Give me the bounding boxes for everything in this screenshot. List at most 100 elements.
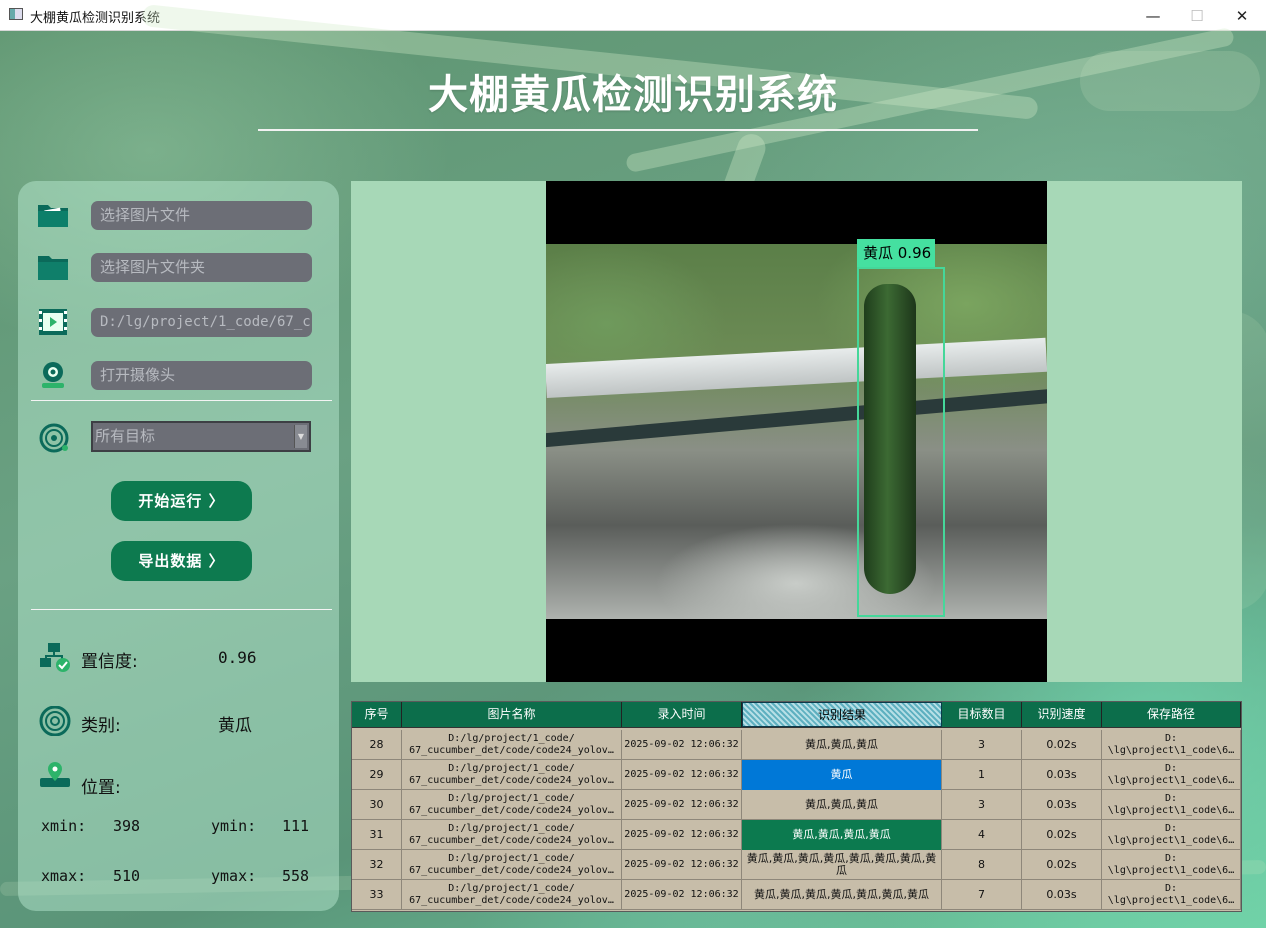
column-header-name[interactable]: 图片名称 [402,702,622,727]
image-folder-input[interactable]: 选择图片文件夹 [91,253,312,282]
column-header-result[interactable]: 识别结果 [742,702,942,727]
close-button[interactable]: ✕ [1219,0,1265,31]
cell-time: 2025-09-02 12:06:32 [622,760,742,790]
column-header-path[interactable]: 保存路径 [1102,702,1241,727]
ymax-value: 558 [282,867,310,885]
window-title: 大棚黄瓜检测识别系统 [30,11,161,26]
photo-folder-icon[interactable] [36,199,70,229]
category-icon [39,706,71,736]
cell-path: D: \lg\project\1_code\6… [1102,790,1241,820]
column-header-speed[interactable]: 识别速度 [1022,702,1102,727]
camera-icon[interactable] [36,360,70,390]
ymax-label: ymax: [211,867,257,885]
video-file-input[interactable]: D:/lg/project/1_code/67_cucumber_det/cod… [91,308,312,337]
cell-speed: 0.02s [1022,730,1102,760]
cell-name: D:/lg/project/1_code/ 67_cucumber_det/co… [402,850,622,880]
cell-id: 33 [352,880,402,910]
ymin-label: ymin: [211,817,257,835]
confidence-label: 置信度: [81,652,138,672]
title-divider [258,129,978,131]
cell-result: 黄瓜,黄瓜,黄瓜,黄瓜,黄瓜,黄瓜,黄瓜,黄瓜 [742,850,942,880]
table-row[interactable]: 33 D:/lg/project/1_code/ 67_cucumber_det… [352,880,1241,910]
confidence-value: 0.96 [218,648,257,667]
cell-speed: 0.03s [1022,760,1102,790]
results-table[interactable]: 序号 图片名称 录入时间 识别结果 目标数目 识别速度 保存路径 28 D:/l… [351,701,1242,912]
cell-result: 黄瓜,黄瓜,黄瓜 [742,730,942,760]
export-button[interactable]: 导出数据 〉 [111,541,252,581]
cell-path: D: \lg\project\1_code\6… [1102,730,1241,760]
greenhouse-photo [546,244,1047,619]
cell-count: 8 [942,850,1022,880]
camera-input[interactable]: 打开摄像头 [91,361,312,390]
cell-result: 黄瓜 [742,760,942,790]
cell-name: D:/lg/project/1_code/ 67_cucumber_det/co… [402,790,622,820]
position-label: 位置: [81,778,121,798]
target-select[interactable]: 所有目标 ▼ [91,421,311,452]
cell-time: 2025-09-02 12:06:32 [622,790,742,820]
cell-count: 3 [942,790,1022,820]
app-window: 大棚黄瓜检测识别系统 — ☐ ✕ 大棚黄瓜检测识别系统 选择图片文件 选择图片文… [0,0,1266,928]
target-icon [39,423,69,453]
video-icon[interactable] [36,307,70,337]
folder-icon[interactable] [36,252,70,282]
table-row[interactable]: 32 D:/lg/project/1_code/ 67_cucumber_det… [352,850,1241,880]
xmax-label: xmax: [41,867,87,885]
cell-path: D: \lg\project\1_code\6… [1102,820,1241,850]
column-header-id[interactable]: 序号 [352,702,402,727]
cell-count: 7 [942,880,1022,910]
app-icon [9,8,23,20]
cell-speed: 0.03s [1022,790,1102,820]
chevron-down-icon[interactable]: ▼ [294,425,307,448]
cell-id: 28 [352,730,402,760]
xmin-value: 398 [113,817,141,835]
cell-result: 黄瓜,黄瓜,黄瓜,黄瓜,黄瓜,黄瓜,黄瓜 [742,880,942,910]
start-button[interactable]: 开始运行 〉 [111,481,252,521]
xmax-value: 510 [113,867,141,885]
column-header-count[interactable]: 目标数目 [942,702,1022,727]
column-header-time[interactable]: 录入时间 [622,702,742,727]
cell-time: 2025-09-02 12:06:32 [622,730,742,760]
cell-name: D:/lg/project/1_code/ 67_cucumber_det/co… [402,880,622,910]
location-icon [40,762,70,787]
cell-count: 1 [942,760,1022,790]
table-header: 序号 图片名称 录入时间 识别结果 目标数目 识别速度 保存路径 [352,702,1241,728]
cell-name: D:/lg/project/1_code/ 67_cucumber_det/co… [402,730,622,760]
table-row[interactable]: 29 D:/lg/project/1_code/ 67_cucumber_det… [352,760,1241,790]
class-value: 黄瓜 [218,716,252,736]
target-select-value: 所有目标 [95,427,156,445]
cell-speed: 0.02s [1022,820,1102,850]
cell-time: 2025-09-02 12:06:32 [622,880,742,910]
xmin-label: xmin: [41,817,87,835]
cell-name: D:/lg/project/1_code/ 67_cucumber_det/co… [402,820,622,850]
cell-id: 31 [352,820,402,850]
image-file-input[interactable]: 选择图片文件 [91,201,312,230]
panel-divider [31,400,332,401]
cell-speed: 0.03s [1022,880,1102,910]
cell-count: 3 [942,730,1022,760]
detection-image: 黄瓜 0.96 [546,181,1047,682]
panel-divider-2 [31,609,332,610]
confidence-icon [40,643,70,672]
table-row[interactable]: 31 D:/lg/project/1_code/ 67_cucumber_det… [352,820,1241,850]
cell-path: D: \lg\project\1_code\6… [1102,880,1241,910]
cell-result: 黄瓜,黄瓜,黄瓜 [742,790,942,820]
cell-name: D:/lg/project/1_code/ 67_cucumber_det/co… [402,760,622,790]
maximize-button[interactable]: ☐ [1174,0,1220,31]
cell-id: 32 [352,850,402,880]
cell-time: 2025-09-02 12:06:32 [622,850,742,880]
cell-id: 30 [352,790,402,820]
page-title: 大棚黄瓜检测识别系统 [428,72,838,118]
cell-id: 29 [352,760,402,790]
cell-result: 黄瓜,黄瓜,黄瓜,黄瓜 [742,820,942,850]
minimize-button[interactable]: — [1130,0,1176,31]
cell-count: 4 [942,820,1022,850]
cell-path: D: \lg\project\1_code\6… [1102,850,1241,880]
class-label: 类别: [81,716,121,736]
detection-box [857,267,945,617]
table-row[interactable]: 30 D:/lg/project/1_code/ 67_cucumber_det… [352,790,1241,820]
cell-path: D: \lg\project\1_code\6… [1102,760,1241,790]
cell-speed: 0.02s [1022,850,1102,880]
detection-label: 黄瓜 0.96 [857,239,935,267]
ymin-value: 111 [282,817,310,835]
table-row[interactable]: 28 D:/lg/project/1_code/ 67_cucumber_det… [352,730,1241,760]
